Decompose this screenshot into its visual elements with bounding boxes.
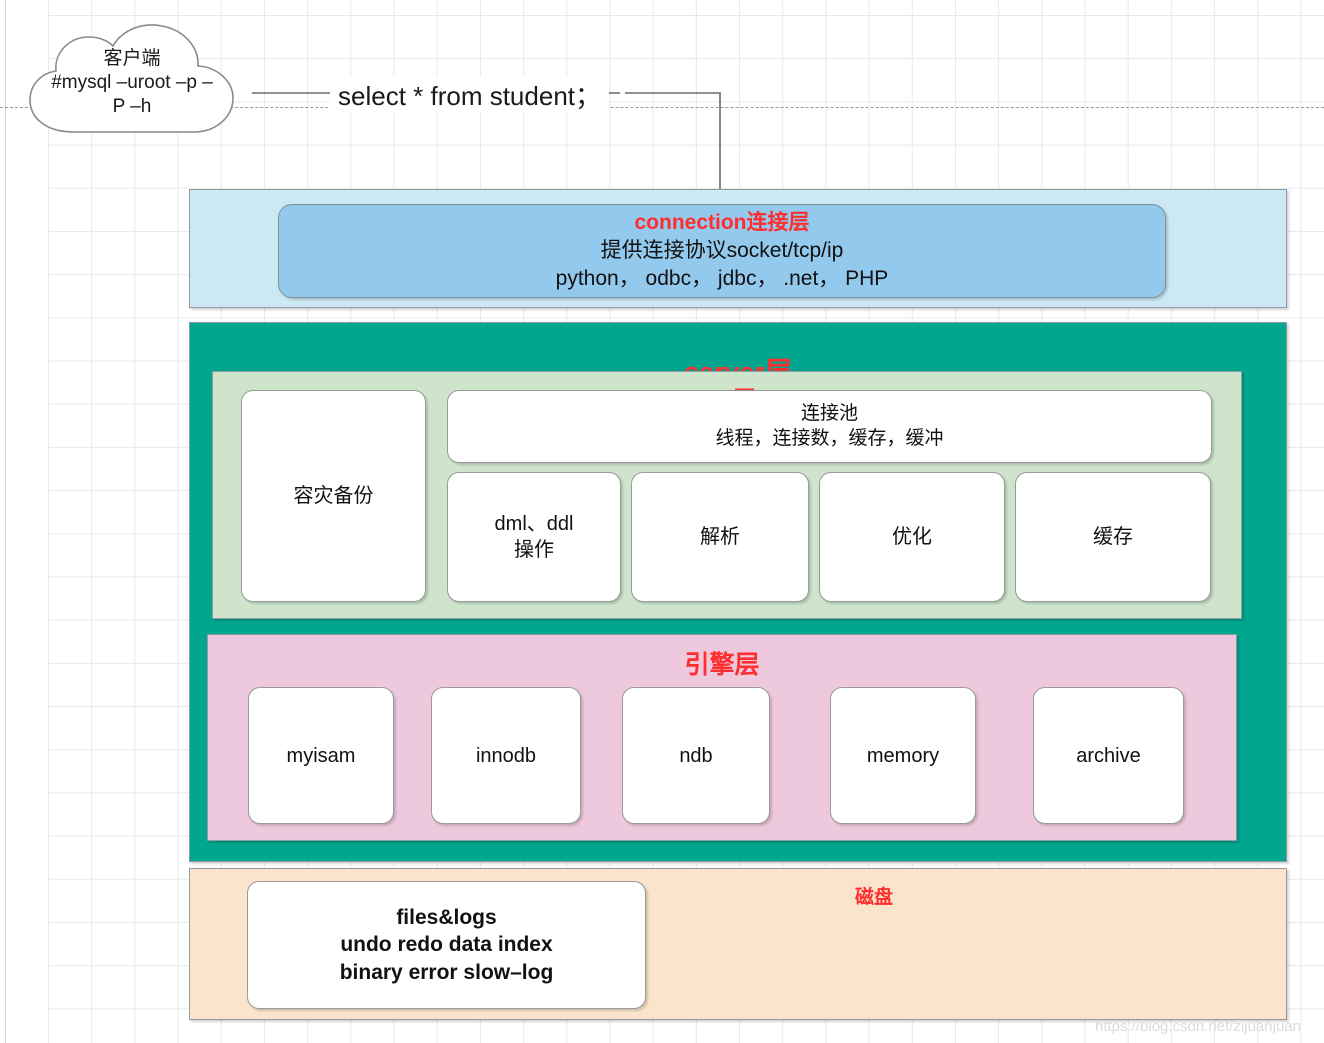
engine-myisam-label: myisam xyxy=(286,744,356,767)
files-logs-line3: binary error slow–log xyxy=(339,960,554,984)
sql-cell-dml-ddl[interactable]: dml、ddl 操作 xyxy=(447,472,621,602)
connection-pool-title: 连接池 xyxy=(800,402,858,424)
files-logs-line2: undo redo data index xyxy=(340,933,553,957)
engine-memory[interactable]: memory xyxy=(830,687,976,824)
sql-layer: sql层 容灾备份 连接池 线程，连接数，缓存，缓冲 dml、ddl 操作 解析… xyxy=(212,371,1242,619)
engine-ndb[interactable]: ndb xyxy=(622,687,770,824)
sql-cell-cache[interactable]: 缓存 xyxy=(1015,472,1211,602)
engine-memory-label: memory xyxy=(866,744,940,767)
disk-layer: 磁盘 files&logs undo redo data index binar… xyxy=(189,868,1287,1020)
files-logs-line1: files&logs xyxy=(396,906,497,930)
connection-protocol-line: 提供连接协议socket/tcp/ip xyxy=(600,239,844,263)
sql-cell-dml-ddl-line1: dml、ddl xyxy=(494,513,574,535)
engine-ndb-label: ndb xyxy=(679,744,713,767)
engine-myisam[interactable]: myisam xyxy=(248,687,394,824)
sql-cell-dml-ddl-line2: 操作 xyxy=(513,539,554,561)
server-layer: server层 sql层 容灾备份 连接池 线程，连接数，缓存，缓冲 dml、d… xyxy=(189,322,1287,862)
sql-cell-parse-label: 解析 xyxy=(700,526,740,548)
disk-layer-title: 磁盘 xyxy=(855,887,894,908)
sql-cell-optimize-label: 优化 xyxy=(892,526,932,548)
engine-innodb[interactable]: innodb xyxy=(431,687,581,824)
disaster-recovery-box[interactable]: 容灾备份 xyxy=(241,390,426,602)
files-and-logs-box[interactable]: files&logs undo redo data index binary e… xyxy=(247,881,646,1009)
connection-layer-box[interactable]: connection连接层 提供连接协议socket/tcp/ip python… xyxy=(278,204,1166,298)
engine-layer: 引擎层 myisam innodb ndb memory archive xyxy=(207,634,1237,841)
connection-layer-title: connection连接层 xyxy=(634,211,810,235)
engine-archive-label: archive xyxy=(1076,744,1141,767)
engine-archive[interactable]: archive xyxy=(1033,687,1184,824)
sql-cell-optimize[interactable]: 优化 xyxy=(819,472,1005,602)
sql-cell-cache-label: 缓存 xyxy=(1093,526,1133,548)
watermark-text: https://blog.csdn.net/zijuanjuan xyxy=(1095,1018,1301,1035)
query-text: select * from student； xyxy=(330,76,609,113)
engine-innodb-label: innodb xyxy=(475,744,537,767)
connection-pool-box[interactable]: 连接池 线程，连接数，缓存，缓冲 xyxy=(447,390,1212,463)
connection-drivers-line: python， odbc， jdbc， .net， PHP xyxy=(555,266,889,290)
sql-cell-parse[interactable]: 解析 xyxy=(631,472,809,602)
engine-layer-title: 引擎层 xyxy=(684,651,760,679)
connection-pool-detail: 线程，连接数，缓存，缓冲 xyxy=(715,427,944,449)
disaster-recovery-label: 容灾备份 xyxy=(293,485,374,507)
connection-layer: connection连接层 提供连接协议socket/tcp/ip python… xyxy=(189,189,1287,308)
